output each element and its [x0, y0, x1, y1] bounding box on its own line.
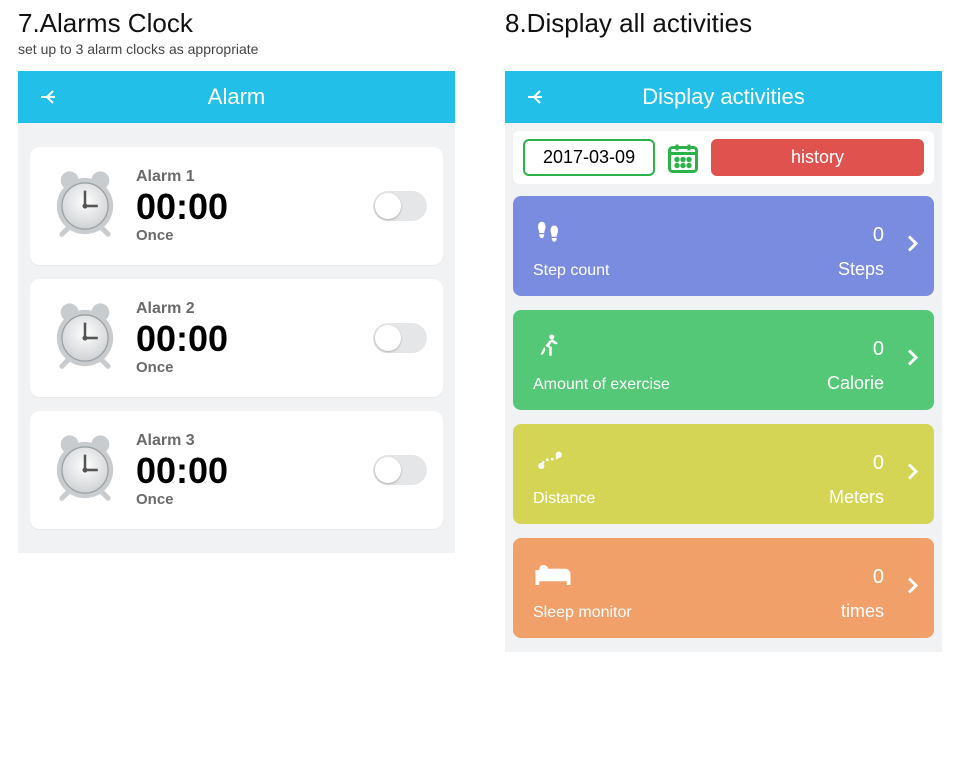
activities-screen: Display activities 2017-03-09 history St… — [505, 71, 942, 652]
alarm-toggle[interactable] — [373, 191, 427, 221]
section-subtitle-alarms: set up to 3 alarm clocks as appropriate — [18, 41, 455, 59]
activity-unit: Calorie — [827, 373, 884, 394]
activity-unit: Steps — [838, 259, 884, 280]
alarm-time: 00:00 — [136, 318, 373, 359]
alarm-repeat: Once — [136, 227, 373, 244]
back-arrow-icon[interactable] — [525, 85, 549, 109]
alarm-repeat: Once — [136, 359, 373, 376]
alarm-name: Alarm 1 — [136, 168, 373, 186]
alarm-card[interactable]: Alarm 1 00:00 Once — [30, 147, 443, 265]
section-subtitle-activities — [505, 41, 942, 59]
chevron-right-icon — [900, 460, 924, 489]
activity-value: 0 — [873, 224, 884, 247]
bed-icon — [533, 558, 632, 592]
alarm-time: 00:00 — [136, 450, 373, 491]
alarm-topbar: Alarm — [18, 71, 455, 123]
activity-label: Sleep monitor — [533, 604, 632, 622]
alarm-time: 00:00 — [136, 186, 373, 227]
alarm-name: Alarm 2 — [136, 300, 373, 318]
activity-card[interactable]: Step count 0 Steps — [513, 196, 934, 296]
activity-value: 0 — [873, 452, 884, 475]
activity-label: Amount of exercise — [533, 376, 670, 394]
activity-value: 0 — [873, 566, 884, 589]
section-title-alarms: 7.Alarms Clock — [18, 8, 455, 39]
activity-label: Distance — [533, 490, 595, 508]
alarm-card[interactable]: Alarm 3 00:00 Once — [30, 411, 443, 529]
route-icon — [533, 444, 595, 478]
activity-unit: Meters — [829, 487, 884, 508]
chevron-right-icon — [900, 232, 924, 261]
alarm-list: Alarm 1 00:00 Once — [18, 123, 455, 553]
footprints-icon — [533, 216, 610, 250]
alarm-repeat: Once — [136, 491, 373, 508]
runner-icon — [533, 330, 670, 364]
activities-screen-title: Display activities — [505, 84, 942, 110]
alarm-screen-title: Alarm — [18, 84, 455, 110]
alarm-toggle[interactable] — [373, 323, 427, 353]
section-title-activities: 8.Display all activities — [505, 8, 942, 39]
activities-topbar: Display activities — [505, 71, 942, 123]
chevron-right-icon — [900, 574, 924, 603]
back-arrow-icon[interactable] — [38, 85, 62, 109]
activity-card[interactable]: Sleep monitor 0 times — [513, 538, 934, 638]
activity-unit: times — [841, 601, 884, 622]
alarm-toggle[interactable] — [373, 455, 427, 485]
activity-card[interactable]: Amount of exercise 0 Calorie — [513, 310, 934, 410]
history-button[interactable]: history — [711, 139, 924, 176]
calendar-icon[interactable] — [665, 140, 701, 176]
alarm-clock-icon — [40, 293, 130, 383]
alarm-clock-icon — [40, 161, 130, 251]
date-selector[interactable]: 2017-03-09 — [523, 139, 655, 176]
activity-value: 0 — [873, 338, 884, 361]
alarm-name: Alarm 3 — [136, 432, 373, 450]
activity-list: Step count 0 Steps Amount of exercise 0 … — [505, 196, 942, 638]
alarm-clock-icon — [40, 425, 130, 515]
activity-card[interactable]: Distance 0 Meters — [513, 424, 934, 524]
alarm-card[interactable]: Alarm 2 00:00 Once — [30, 279, 443, 397]
chevron-right-icon — [900, 346, 924, 375]
activity-label: Step count — [533, 262, 610, 280]
alarm-screen: Alarm Alarm 1 — [18, 71, 455, 553]
date-history-bar: 2017-03-09 history — [513, 131, 934, 184]
